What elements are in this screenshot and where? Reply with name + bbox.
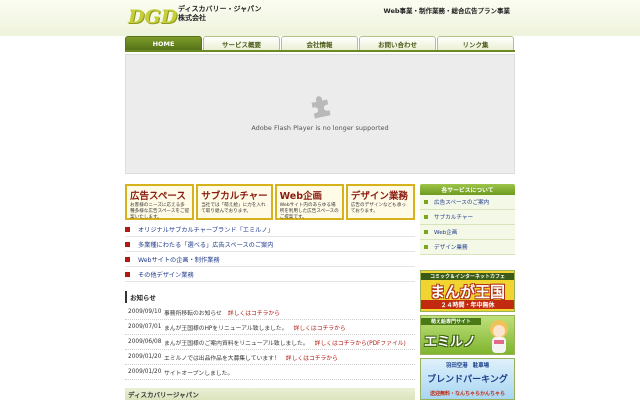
news-date: 2009/01/20 <box>128 369 162 375</box>
banner-sub-text: 送迎無料・なんちゃらかんちゃら <box>429 391 505 397</box>
sidebar-item-label: デザイン業務 <box>434 245 468 251</box>
sidebar-item-label: サブカルチャー <box>434 215 474 221</box>
sidebar-item-ad-space[interactable]: 広告スペースのご案内 <box>420 195 515 210</box>
footer-company-bar: ディスカバリージャパン <box>125 388 415 400</box>
sidebar-heading: 各サービスについて <box>420 184 515 195</box>
news-text: まんが王国様のご案内資料をリニューアル致しました。 <box>164 340 309 347</box>
bullet-icon <box>125 271 130 277</box>
card-subculture[interactable]: サブカルチャー 当社では「萌え絵」に力を入れて取り組んでおります。 <box>196 184 273 220</box>
news-date: 2009/06/08 <box>128 339 162 345</box>
main-nav: HOME サービス概要 会社情報 お問い合わせ リンク集 <box>125 36 515 50</box>
tab-home[interactable]: HOME <box>125 36 202 50</box>
bullet-icon <box>125 226 130 232</box>
emiruno-banner[interactable]: 萌え絵専門サイト エミルノ <box>420 315 515 355</box>
card-title: デザイン業務 <box>350 191 408 202</box>
link-text[interactable]: その他デザイン業務 <box>138 270 194 279</box>
bullet-icon <box>424 245 428 249</box>
sidebar-item-design[interactable]: デザイン業務 <box>420 240 515 255</box>
bullet-icon <box>125 241 130 247</box>
news-date: 2009/09/10 <box>128 309 162 315</box>
news-list: 2009/09/10 事務所移転のお知らせ 詳しくはコチラから 2009/07/… <box>125 305 415 380</box>
news-link[interactable]: 詳しくはコチラから <box>286 353 338 362</box>
news-date: 2009/01/20 <box>128 354 162 360</box>
tab-company[interactable]: 会社情報 <box>281 36 358 50</box>
bullet-icon <box>424 215 428 219</box>
link-text[interactable]: オリジナルサブカルチャーブランド「エミルノ」 <box>138 225 274 234</box>
card-title: 広告スペース <box>130 191 186 202</box>
news-link[interactable]: 詳しくはコチラから(PDFファイル) <box>315 338 406 347</box>
bullet-icon <box>424 200 428 204</box>
sidebar-item-subculture[interactable]: サブカルチャー <box>420 210 515 225</box>
character-illustration <box>490 320 508 353</box>
news-row: 2009/06/08 まんが王国様のご案内資料をリニューアル致しました。 詳しく… <box>125 335 415 350</box>
card-title: Web企画 <box>279 191 322 202</box>
nav-underline <box>125 50 515 52</box>
blend-parking-banner[interactable]: 羽田空港 駐車場 ブレンドパーキング 送迎無料・なんちゃらかんちゃら <box>420 358 515 400</box>
sidebar-item-label: Web企画 <box>434 230 458 236</box>
link-text[interactable]: Webサイトの企画・制作業務 <box>138 255 220 264</box>
list-item[interactable]: 多業種にわたる「選べる」広告スペースのご案内 <box>125 237 415 252</box>
manga-oukoku-banner[interactable]: コミック＆インターネットカフェ まんが王国 ２４時間・年中無休 <box>420 270 515 312</box>
company-name: ディスカバリー・ジャパン 株式会社 <box>178 5 262 23</box>
tab-services[interactable]: サービス概要 <box>203 36 280 50</box>
company-name-line2: 株式会社 <box>178 14 206 22</box>
news-text: サイトオープンしました。 <box>164 370 234 377</box>
banner-main-text: ブレンドパーキング <box>427 375 508 385</box>
news-text: まんが王国様のHPをリニューアル致しました。 <box>164 325 288 332</box>
news-text: 事務所移転のお知らせ <box>164 310 222 317</box>
banner-main-text: エミルノ <box>424 335 477 350</box>
card-ad-space[interactable]: 広告スペース お客様のニーズに応える多種多様な広告スペースをご提案いたします。 <box>125 184 195 220</box>
tab-contact[interactable]: お問い合わせ <box>359 36 436 50</box>
company-name-line1: ディスカバリー・ジャパン <box>178 5 262 13</box>
list-item[interactable]: オリジナルサブカルチャーブランド「エミルノ」 <box>125 222 415 237</box>
banner-main-text: まんが王国 <box>429 283 505 301</box>
sidebar-item-label: 広告スペースのご案内 <box>434 200 490 206</box>
banner-sub-text: ２４時間・年中無休 <box>421 300 514 309</box>
card-desc: お客様のニーズに応える多種多様な広告スペースをご提案いたします。 <box>130 203 190 220</box>
list-item[interactable]: Webサイトの企画・制作業務 <box>125 252 415 267</box>
banner-top-text: 萌え絵専門サイト <box>421 318 481 325</box>
news-link[interactable]: 詳しくはコチラから <box>294 323 346 332</box>
news-date: 2009/07/01 <box>128 324 162 330</box>
plugin-icon <box>311 96 331 119</box>
service-link-list: オリジナルサブカルチャーブランド「エミルノ」 多業種にわたる「選べる」広告スペー… <box>125 222 415 282</box>
news-heading: お知らせ <box>125 291 415 303</box>
bullet-icon <box>424 230 428 234</box>
news-row: 2009/09/10 事務所移転のお知らせ 詳しくはコチラから <box>125 305 415 320</box>
flash-message: Adobe Flash Player is no longer supporte… <box>251 124 389 132</box>
card-title: サブカルチャー <box>201 191 268 202</box>
card-design[interactable]: デザイン業務 広告のデザインなども承っております。 <box>345 184 416 220</box>
news-row: 2009/01/20 サイトオープンしました。 <box>125 365 415 380</box>
news-text: エミルノでは出品作品を大募集しています！ <box>164 355 280 362</box>
list-item[interactable]: その他デザイン業務 <box>125 267 415 282</box>
card-desc: 広告のデザインなども承っております。 <box>350 203 406 214</box>
news-row: 2009/01/20 エミルノでは出品作品を大募集しています！ 詳しくはコチラか… <box>125 350 415 365</box>
banner-top-text: コミック＆インターネットカフェ <box>421 273 514 280</box>
sidebar-item-web[interactable]: Web企画 <box>420 225 515 240</box>
sidebar-services: 各サービスについて 広告スペースのご案内 サブカルチャー Web企画 デザイン業… <box>420 184 515 255</box>
header-tagline: Web事業・制作業務・総合広告プラン事業 <box>383 7 511 15</box>
card-desc: Webサイト内のあらゆる場所を利用した広告スペースのご提案です。 <box>279 203 339 220</box>
header-band <box>0 0 640 36</box>
bullet-icon <box>125 256 130 262</box>
logo-text: DGD <box>128 6 178 28</box>
flash-placeholder: Adobe Flash Player is no longer supporte… <box>125 54 515 174</box>
news-row: 2009/07/01 まんが王国様のHPをリニューアル致しました。 詳しくはコチ… <box>125 320 415 335</box>
service-cards: 広告スペース お客様のニーズに応える多種多様な広告スペースをご提案いたします。 … <box>125 184 416 220</box>
link-text[interactable]: 多業種にわたる「選べる」広告スペースのご案内 <box>138 240 273 249</box>
news-link[interactable]: 詳しくはコチラから <box>228 308 280 317</box>
card-web-planning[interactable]: Web企画 Webサイト内のあらゆる場所を利用した広告スペースのご提案です。 <box>274 184 344 220</box>
tab-links[interactable]: リンク集 <box>437 36 514 50</box>
banner-top-text: 羽田空港 駐車場 <box>445 363 490 369</box>
company-logo[interactable]: DGD <box>128 4 177 30</box>
card-desc: 当社では「萌え絵」に力を入れて取り組んでおります。 <box>201 203 266 214</box>
